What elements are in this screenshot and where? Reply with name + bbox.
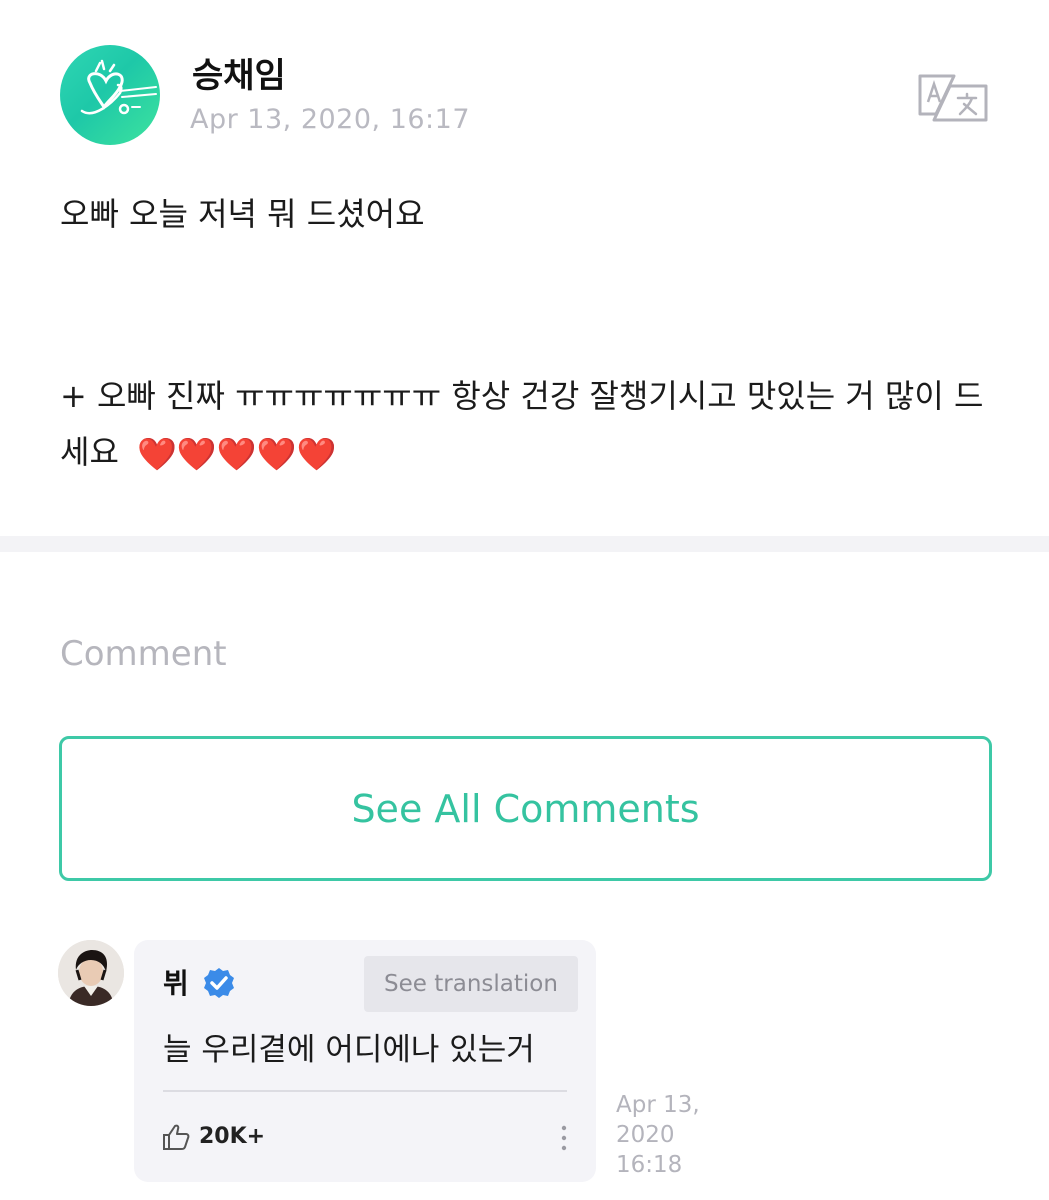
comment-divider: [163, 1090, 567, 1092]
more-options-button[interactable]: [552, 1122, 576, 1154]
see-all-comments-button[interactable]: See All Comments: [59, 736, 992, 881]
comment-date-line-2: 2020: [616, 1122, 675, 1148]
commenter-avatar[interactable]: [58, 940, 124, 1006]
section-divider: [0, 536, 1049, 552]
translate-button[interactable]: [914, 70, 990, 126]
post-body-line-1: 오빠 오늘 저녁 뭐 드셨어요: [60, 195, 425, 233]
post-timestamp: Apr 13, 2020, 16:17: [190, 104, 471, 135]
like-count: 20K+: [199, 1124, 266, 1149]
comment-timestamp: Apr 13, 2020 16:18: [616, 1090, 726, 1180]
more-vertical-icon: [561, 1125, 567, 1151]
post-author-avatar[interactable]: [60, 45, 160, 145]
post-author-name[interactable]: 승채임: [192, 48, 286, 97]
heart-scribble-icon: [80, 59, 157, 115]
post-body-line-2: + 오빠 진짜 ㅠㅠㅠㅠㅠㅠㅠ 항상 건강 잘챙기시고 맛있는 거 많이 드세요…: [60, 368, 990, 482]
comment-section-heading: Comment: [60, 634, 227, 674]
see-all-comments-label: See All Comments: [351, 786, 700, 831]
comment-date-line-3: 16:18: [616, 1152, 683, 1178]
translate-icon: [918, 74, 988, 122]
see-translation-button[interactable]: See translation: [364, 956, 578, 1012]
comment-text: 늘 우리곁에 어디에나 있는거: [163, 1032, 535, 1068]
commenter-name[interactable]: 뷔: [163, 962, 189, 1002]
verified-badge-icon: [202, 966, 236, 1000]
like-button[interactable]: [161, 1122, 191, 1152]
see-translation-label: See translation: [384, 971, 558, 997]
profile-photo-icon: [58, 940, 124, 1006]
comment-date-line-1: Apr 13,: [616, 1092, 700, 1118]
hearts-emoji: ❤️❤️❤️❤️❤️: [137, 435, 337, 473]
thumbs-up-icon: [163, 1124, 190, 1150]
